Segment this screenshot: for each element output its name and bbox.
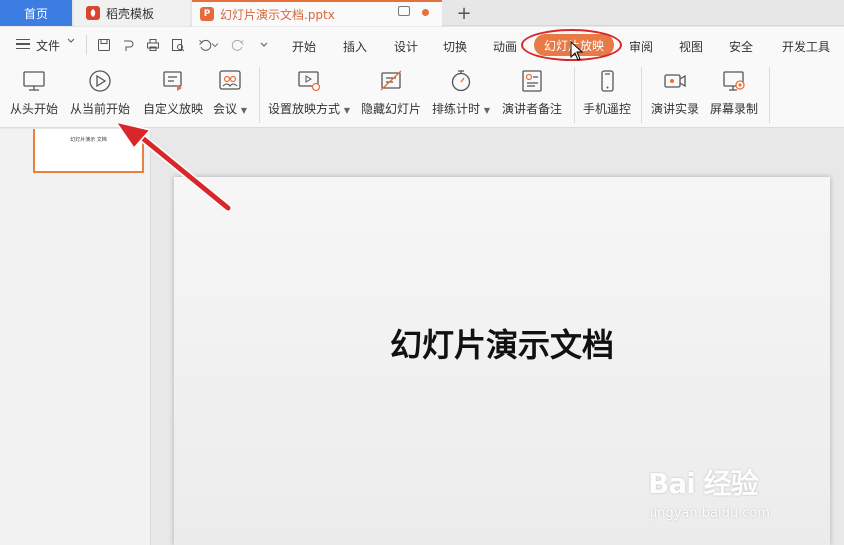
from-current-label: 从当前开始 [70, 102, 131, 116]
hamburger-icon[interactable] [16, 39, 30, 49]
monitor-play-icon [20, 67, 48, 95]
screen-record-label: 屏幕录制 [710, 102, 759, 116]
mouse-cursor-icon [570, 40, 584, 64]
baidu-watermark: Bai 经验 jingyan.baidu.com [648, 462, 770, 521]
menu-review[interactable]: 审阅 [629, 38, 653, 55]
meeting-icon [216, 67, 244, 95]
menu-start[interactable]: 开始 [292, 38, 316, 55]
presenter-notes-button[interactable]: 演讲者备注 [502, 67, 562, 117]
record-talk-button[interactable]: 演讲实录 [651, 67, 699, 117]
menu-animation[interactable]: 动画 [493, 38, 517, 55]
monitor-icon[interactable] [398, 6, 410, 16]
stopwatch-icon [447, 67, 475, 95]
ribbon-divider [641, 67, 642, 123]
dropdown-caret-icon: ▼ [483, 106, 490, 115]
menu-transition[interactable]: 切换 [443, 38, 467, 55]
redo-icon[interactable] [230, 37, 246, 53]
setup-show-label-wrap: 设置放映方式 ▼ [268, 100, 350, 117]
slide-title[interactable]: 幻灯片演示文档 [174, 320, 830, 366]
menu-file[interactable]: 文件 [36, 37, 60, 54]
menu-developer[interactable]: 开发工具 [782, 38, 830, 55]
dropdown-caret-icon: ▼ [343, 106, 350, 115]
export-icon[interactable] [120, 37, 136, 53]
ribbon-divider [574, 67, 575, 123]
meeting-label-wrap: 会议 ▼ [213, 100, 247, 117]
screen-record-icon [720, 67, 748, 95]
undo-dropdown-icon[interactable] [210, 37, 220, 53]
menu-view[interactable]: 视图 [679, 38, 703, 55]
annotation-arrow [110, 116, 235, 219]
from-start-button[interactable]: 从头开始 [10, 67, 58, 117]
ribbon-divider [259, 67, 260, 123]
hide-slide-button[interactable]: 隐藏幻灯片 [361, 67, 421, 117]
menu-bar: 文件 开始 插入 设计 切换 动画 审阅 视图 安全 开发工具 [0, 27, 844, 63]
customize-toolbar-icon[interactable] [256, 37, 272, 53]
tab-daoke-templates[interactable]: 稻壳模板 [74, 0, 190, 26]
meeting-button[interactable]: 会议 ▼ [213, 67, 247, 117]
presentation-logo-icon: P [200, 7, 214, 21]
watermark-url: jingyan.baidu.com [650, 506, 770, 521]
setup-show-label: 设置放映方式 [268, 102, 341, 116]
print-preview-icon[interactable] [170, 37, 186, 53]
tab-document-label: 幻灯片演示文档.pptx [220, 7, 335, 22]
hide-slide-icon [377, 67, 405, 95]
custom-show-icon [159, 67, 187, 95]
menu-security[interactable]: 安全 [729, 38, 753, 55]
save-icon[interactable] [96, 37, 112, 53]
tab-home[interactable]: 首页 [0, 0, 72, 26]
presenter-notes-icon [518, 67, 546, 95]
new-tab-button[interactable]: + [454, 0, 474, 26]
screen-record-button[interactable]: 屏幕录制 [710, 67, 758, 117]
rehearse-timing-label: 排练计时 [432, 102, 481, 116]
video-camera-icon [661, 67, 689, 95]
tab-daoke-label: 稻壳模板 [106, 6, 155, 21]
print-icon[interactable] [145, 37, 161, 53]
hide-slide-label: 隐藏幻灯片 [361, 102, 422, 116]
unsaved-dot-icon [422, 9, 429, 16]
daoke-logo-icon [86, 6, 100, 20]
phone-icon [593, 67, 621, 95]
watermark-logo-text: Bai 经验 [648, 467, 759, 500]
setup-show-icon [295, 67, 323, 95]
setup-show-button[interactable]: 设置放映方式 ▼ [268, 67, 350, 117]
phone-remote-label: 手机遥控 [583, 102, 632, 116]
custom-show-label: 自定义放映 [143, 102, 204, 116]
dropdown-caret-icon: ▼ [240, 106, 247, 115]
custom-show-button[interactable]: 自定义放映 [143, 67, 203, 117]
rehearse-timing-button[interactable]: 排练计时 ▼ [432, 67, 490, 117]
rehearse-timing-label-wrap: 排练计时 ▼ [432, 100, 490, 117]
from-start-label: 从头开始 [10, 102, 59, 116]
meeting-label: 会议 [213, 102, 238, 116]
presenter-notes-label: 演讲者备注 [502, 102, 563, 116]
divider [86, 35, 87, 55]
record-talk-label: 演讲实录 [651, 102, 700, 116]
ribbon-divider [769, 67, 770, 123]
play-circle-icon [86, 67, 114, 95]
chevron-down-icon[interactable] [66, 36, 76, 49]
phone-remote-button[interactable]: 手机遥控 [583, 67, 631, 117]
title-tab-bar: 首页 稻壳模板 P 幻灯片演示文档.pptx + [0, 0, 844, 26]
menu-design[interactable]: 设计 [394, 38, 418, 55]
wps-window: 首页 稻壳模板 P 幻灯片演示文档.pptx + 文件 开始 插入 设计 切换 … [0, 0, 844, 545]
menu-insert[interactable]: 插入 [343, 38, 367, 55]
from-current-button[interactable]: 从当前开始 [70, 67, 130, 117]
